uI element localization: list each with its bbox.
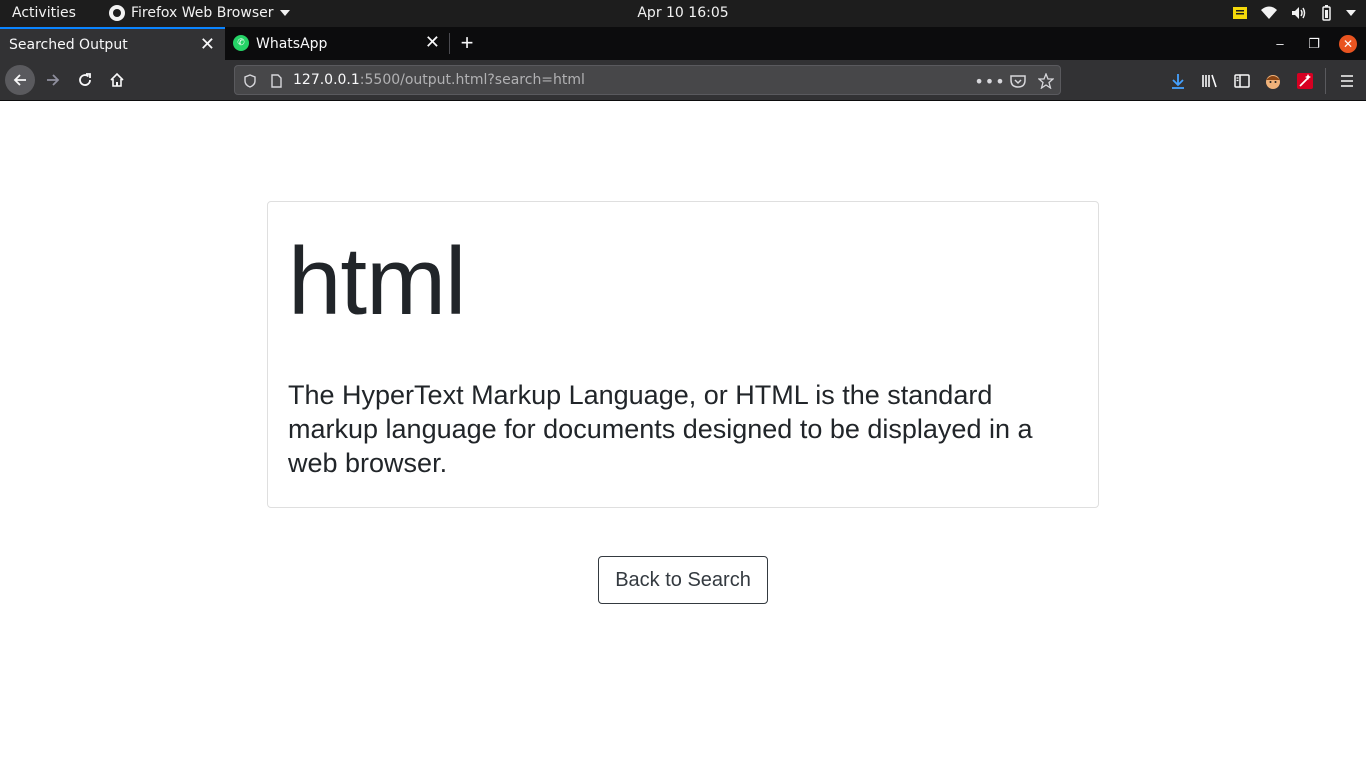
tracking-shield-icon[interactable] <box>239 70 261 92</box>
close-icon: ✕ <box>1339 34 1357 53</box>
tab-whatsapp[interactable]: ✆ WhatsApp ✕ <box>225 27 450 60</box>
result-heading: html <box>288 228 466 335</box>
app-menu[interactable]: Firefox Web Browser <box>109 5 290 21</box>
url-bar[interactable]: 127.0.0.1:5500/output.html?search=html •… <box>234 65 1061 95</box>
system-top-bar: Activities Firefox Web Browser Apr 10 16… <box>0 0 1366 27</box>
clock[interactable]: Apr 10 16:05 <box>637 5 728 21</box>
navigation-toolbar: 127.0.0.1:5500/output.html?search=html •… <box>0 60 1366 101</box>
maximize-icon[interactable]: ❐ <box>1301 27 1327 60</box>
tab-divider <box>449 33 450 54</box>
library-icon[interactable] <box>1199 70 1221 92</box>
system-tray[interactable] <box>1232 4 1356 22</box>
window-close-button[interactable]: ✕ <box>1335 27 1361 60</box>
activities-button[interactable]: Activities <box>12 5 76 21</box>
page-actions-icon[interactable]: ••• <box>974 70 1004 92</box>
wifi-icon[interactable] <box>1260 5 1278 21</box>
tab-title: WhatsApp <box>256 35 328 52</box>
close-tab-icon[interactable]: ✕ <box>200 35 215 55</box>
close-tab-icon[interactable]: ✕ <box>425 33 440 53</box>
tab-strip: Searched Output ✕ ✆ WhatsApp ✕ + – ❐ ✕ <box>0 27 1366 60</box>
pocket-icon[interactable] <box>1007 70 1029 92</box>
url-host: 127.0.0.1 <box>293 72 360 88</box>
app-menu-label: Firefox Web Browser <box>131 5 274 21</box>
url-path: :5500/output.html?search=html <box>359 72 585 88</box>
tab-searched-output[interactable]: Searched Output ✕ <box>0 27 225 60</box>
volume-icon[interactable] <box>1290 5 1306 21</box>
notes-icon[interactable] <box>1232 5 1248 21</box>
back-to-search-button[interactable]: Back to Search <box>598 556 768 604</box>
whatsapp-icon: ✆ <box>233 35 249 51</box>
hamburger-menu-icon[interactable] <box>1336 70 1358 92</box>
toolbar-divider <box>1325 68 1326 94</box>
extension-wand-icon[interactable] <box>1294 70 1316 92</box>
reload-icon[interactable] <box>70 65 100 95</box>
sidebar-icon[interactable] <box>1231 70 1253 92</box>
back-arrow-icon[interactable] <box>5 65 35 95</box>
new-tab-plus-icon[interactable]: + <box>455 30 479 56</box>
page-info-icon[interactable] <box>265 70 287 92</box>
firefox-icon <box>109 5 125 21</box>
result-description: The HyperText Markup Language, or HTML i… <box>288 380 1033 478</box>
forward-arrow-icon[interactable] <box>38 65 68 95</box>
home-icon[interactable] <box>102 65 132 95</box>
tab-title: Searched Output <box>9 36 128 53</box>
battery-icon[interactable] <box>1318 4 1334 22</box>
result-card: html The HyperText Markup Language, or H… <box>267 201 1099 508</box>
downloads-icon[interactable] <box>1167 70 1189 92</box>
system-menu-chevron-icon[interactable] <box>1346 10 1356 16</box>
minimize-icon[interactable]: – <box>1267 27 1293 60</box>
extension-avatar-icon[interactable] <box>1262 70 1284 92</box>
chevron-down-icon <box>279 10 290 16</box>
bookmark-star-icon[interactable] <box>1035 70 1057 92</box>
url-text[interactable]: 127.0.0.1:5500/output.html?search=html <box>293 72 585 88</box>
